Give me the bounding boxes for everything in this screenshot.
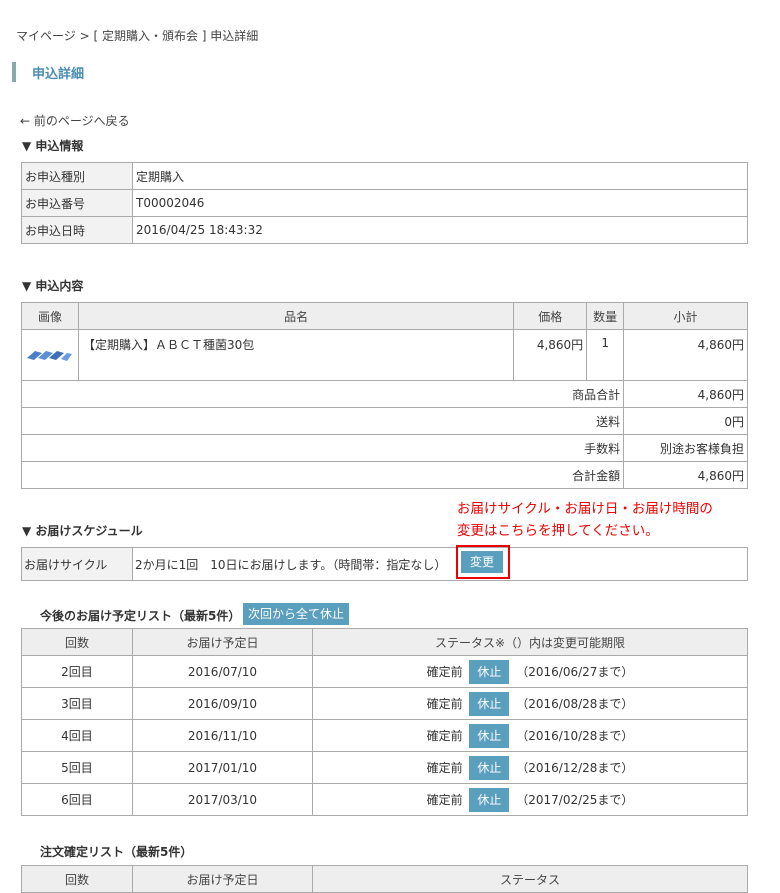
status-cell: 確定前 休止 （2016/10/28まで） [312,719,748,752]
delivery-count: 3回目 [21,687,133,720]
application-info-table: お申込種別 定期購入 お申込番号 T00002046 お申込日時 2016/04… [21,162,748,244]
totals-label: 送料 [20,407,625,435]
table-row: お申込番号 T00002046 [21,189,748,217]
deadline-text: （2016/10/28まで） [516,728,634,743]
delivery-schedule-table: お届けサイクル 2か月に1回 10日にお届けします。（時間帯：指定なし） [21,547,748,581]
pause-button[interactable]: 休止 [469,691,510,716]
delivery-date: 2017/03/10 [132,783,313,816]
col-header-date: お届け予定日 [132,628,313,656]
product-qty: 1 [586,329,625,381]
status-text: 確定前 [426,792,463,807]
delivery-count: 2回目 [21,655,133,688]
order-contents-table: 画像 品名 価格 数量 小計 【定期購入】ＡＢＣＴ種菌30包 4,860円 1 … [20,302,748,489]
table-header-row: 回数 お届け予定日 ステータス※（）内は変更可能期限 [21,628,748,656]
order-item-row: 【定期購入】ＡＢＣＴ種菌30包 4,860円 1 4,860円 [21,329,748,381]
delivery-date: 2017/01/10 [132,751,313,784]
deadline-text: （2016/06/27まで） [516,664,634,679]
table-header-row: 画像 品名 価格 数量 小計 [21,302,748,330]
col-header-price: 価格 [513,302,588,330]
table-row: お届けサイクル 2か月に1回 10日にお届けします。（時間帯：指定なし） [21,547,748,581]
table-row: 4回目 2016/11/10 確定前 休止 （2016/10/28まで） [21,719,748,752]
status-cell: 確定前 休止 （2017/02/25まで） [312,783,748,816]
table-row: お申込種別 定期購入 [21,162,748,190]
product-image-cell [21,329,79,381]
order-section-heading: ▼ 申込内容 [22,279,84,293]
info-value: 2016/04/25 18:43:32 [132,216,748,244]
info-label: お申込種別 [21,162,133,190]
col-header-name: 品名 [77,302,515,330]
status-cell: 確定前 休止 （2016/06/27まで） [312,655,748,688]
page-title: 申込詳細 [32,67,85,82]
col-header-status: ステータス※（）内は変更可能期限 [312,628,748,656]
status-cell: 確定前 休止 （2016/12/28まで） [312,751,748,784]
status-text: 確定前 [426,664,463,679]
delivery-count: 4回目 [21,719,133,752]
delivery-count: 6回目 [21,783,133,816]
product-subtotal: 4,860円 [623,329,748,381]
deadline-text: （2016/08/28まで） [516,696,634,711]
change-note-line2: 変更はこちらを押してください。 [457,523,659,539]
future-delivery-table: 回数 お届け予定日 ステータス※（）内は変更可能期限 2回目 2016/07/1… [21,628,748,816]
totals-value: 別途お客様負担 [623,434,748,462]
schedule-value-cell: 2か月に1回 10日にお届けします。（時間帯：指定なし） [132,547,748,581]
col-header-subtotal: 小計 [623,302,748,330]
skip-all-button[interactable]: 次回から全て休止 [243,603,349,625]
delivery-count: 5回目 [21,751,133,784]
totals-label: 手数料 [20,434,625,462]
pause-button[interactable]: 休止 [469,755,510,780]
future-list-heading: 今後のお届け予定リスト（最新5件） [40,609,241,623]
col-header-image: 画像 [21,302,79,330]
col-header-status: ステータス [312,865,748,893]
schedule-section-heading: ▼ お届けスケジュール [22,524,143,538]
product-image[interactable] [25,344,75,364]
totals-label: 商品合計 [20,380,625,408]
col-header-count: 回数 [21,865,133,893]
col-header-count: 回数 [21,628,133,656]
delivery-date: 2016/09/10 [132,687,313,720]
info-value: 定期購入 [132,162,748,190]
pause-button[interactable]: 休止 [469,723,510,748]
confirmed-order-table: 回数 お届け予定日 ステータス [21,865,748,893]
change-button[interactable]: 変更 [461,551,503,573]
delivery-date: 2016/11/10 [132,719,313,752]
pause-button[interactable]: 休止 [469,787,510,812]
change-note-line1: お届けサイクル・お届け日・お届け時間の [457,501,713,517]
totals-row: 送料 0円 [20,407,748,435]
schedule-value: 2か月に1回 10日にお届けします。（時間帯：指定なし） [135,557,447,572]
totals-label: 合計金額 [20,461,625,489]
info-section-heading: ▼ 申込情報 [22,139,84,153]
status-text: 確定前 [426,760,463,775]
delivery-date: 2016/07/10 [132,655,313,688]
status-text: 確定前 [426,728,463,743]
breadcrumb: マイページ > [ 定期購入・頒布会 ] 申込詳細 [16,29,259,43]
product-name: 【定期購入】ＡＢＣＴ種菌30包 [77,329,515,381]
deadline-text: （2016/12/28まで） [516,760,634,775]
totals-value: 4,860円 [623,380,748,408]
totals-row: 合計金額 4,860円 [20,461,748,489]
totals-row: 商品合計 4,860円 [20,380,748,408]
totals-row: 手数料 別途お客様負担 [20,434,748,462]
table-row: 6回目 2017/03/10 確定前 休止 （2017/02/25まで） [21,783,748,816]
table-row: 3回目 2016/09/10 確定前 休止 （2016/08/28まで） [21,687,748,720]
col-header-date: お届け予定日 [132,865,313,893]
table-row: 5回目 2017/01/10 確定前 休止 （2016/12/28まで） [21,751,748,784]
table-row: お申込日時 2016/04/25 18:43:32 [21,216,748,244]
info-label: お申込日時 [21,216,133,244]
confirmed-list-heading: 注文確定リスト（最新5件） [40,845,193,859]
back-link[interactable]: ← 前のページへ戻る [20,112,130,129]
table-header-row: 回数 お届け予定日 ステータス [21,865,748,893]
product-price: 4,860円 [513,329,588,381]
table-row: 2回目 2016/07/10 確定前 休止 （2016/06/27まで） [21,655,748,688]
status-cell: 確定前 休止 （2016/08/28まで） [312,687,748,720]
status-text: 確定前 [426,696,463,711]
info-label: お申込番号 [21,189,133,217]
col-header-qty: 数量 [586,302,625,330]
title-accent-bar [12,62,16,82]
schedule-label: お届けサイクル [21,547,133,581]
totals-value: 0円 [623,407,748,435]
totals-value: 4,860円 [623,461,748,489]
pause-button[interactable]: 休止 [469,659,510,684]
deadline-text: （2017/02/25まで） [516,792,634,807]
info-value: T00002046 [132,189,748,217]
